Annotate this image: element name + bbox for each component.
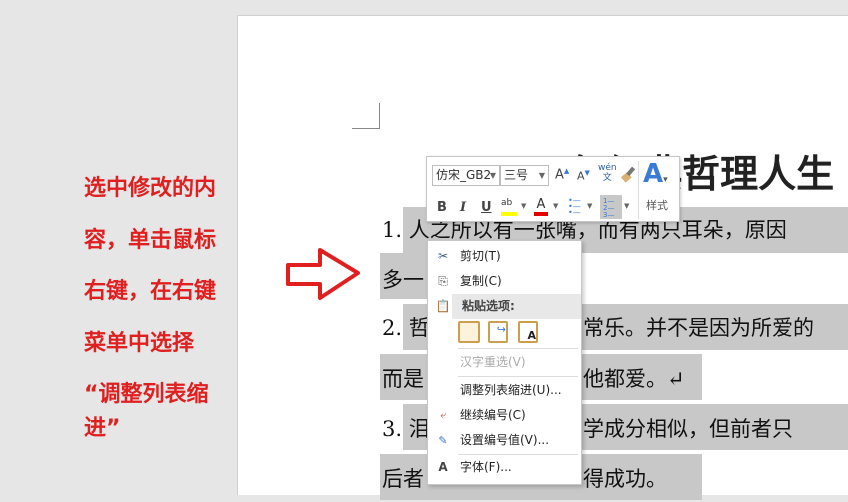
phonetic-guide-icon[interactable]: wén 文 [598, 163, 617, 183]
scissors-icon: ✂ [437, 249, 449, 263]
menu-item-label: 复制(C) [460, 274, 502, 288]
instruction-line: 右键，在右键 [84, 279, 217, 304]
copy-icon: ⎘ [438, 274, 448, 288]
chevron-down-icon[interactable]: ▼ [553, 202, 558, 210]
menu-separator [458, 348, 578, 349]
chevron-down-icon[interactable]: ▼ [624, 202, 629, 210]
styles-label[interactable]: 样式 [646, 197, 668, 213]
list-item-text[interactable]: 3. 泪 [382, 406, 430, 452]
highlight-color-icon[interactable]: ab [501, 198, 517, 216]
font-name-value: 仿宋_GB2 [436, 168, 492, 182]
paste-icon: 📋 [435, 299, 451, 313]
menu-item-set-numbering-value[interactable]: ✎ 设置编号值(V)... [428, 428, 581, 453]
styles-icon[interactable]: A▾ [643, 159, 668, 189]
italic-button[interactable]: I [460, 200, 466, 215]
menu-item-label: 继续编号(C) [460, 408, 526, 422]
font-color-icon[interactable]: A [534, 197, 548, 216]
shrink-font-icon[interactable]: A▼ [577, 169, 590, 183]
list-item-text[interactable]: 而是 [382, 356, 424, 402]
instruction-line: 菜单中选择 [84, 330, 195, 356]
instruction-text: 选中修改的内 容，单击鼠标 右键，在右键 菜单中选择 “调整列表缩 进” [84, 163, 259, 454]
list-item-text[interactable]: 2. 哲 [382, 305, 430, 351]
pinyin-char: 文 [602, 173, 612, 183]
set-numbering-icon: ✎ [438, 434, 448, 447]
font-size-select[interactable]: 三号 ▼ [500, 165, 549, 186]
menu-item-copy[interactable]: ⎘ 复制(C) [428, 269, 581, 294]
menu-item-cut[interactable]: ✂ 剪切(T) [428, 244, 581, 269]
menu-item-label: 粘贴选项: [452, 294, 581, 319]
menu-item-label: 设置编号值(V)... [460, 433, 550, 447]
menu-item-label: 字体(F)... [460, 460, 512, 474]
list-item-text[interactable]: 后者 [382, 456, 424, 502]
menu-item-reconvert: 汉字重选(V) [428, 350, 581, 375]
list-item-text[interactable]: 学成分相似，但前者只 [583, 406, 793, 452]
right-arrow-icon [286, 248, 360, 300]
continue-numbering-icon: ⤶ [440, 410, 446, 421]
chevron-down-icon: ▼ [538, 171, 545, 180]
format-painter-icon[interactable] [620, 165, 638, 183]
list-item-text[interactable]: 得成功。 [583, 456, 667, 502]
paste-merge-formatting-icon[interactable]: ↪ [488, 321, 508, 343]
instruction-line: 选中修改的内 [84, 176, 217, 201]
toolbar-divider [638, 161, 639, 219]
font-name-select[interactable]: 仿宋_GB2 ▼ [432, 165, 500, 186]
list-item-text[interactable]: 他都爱。↵ [583, 356, 685, 402]
underline-button[interactable]: U [481, 200, 492, 215]
menu-item-adjust-list-indent[interactable]: 调整列表缩进(U)... [428, 378, 581, 403]
chevron-down-icon[interactable]: ▼ [587, 202, 592, 210]
chevron-down-icon[interactable]: ▼ [521, 202, 526, 210]
font-size-value: 三号 [504, 168, 529, 182]
menu-separator [458, 376, 578, 377]
margin-corner-mark [352, 103, 380, 129]
grow-font-icon[interactable]: A▲ [555, 167, 569, 182]
context-menu: ✂ 剪切(T) ⎘ 复制(C) 📋 粘贴选项: ↪ A 汉字重选(V) 调整列表缩进(… [427, 240, 582, 485]
bullets-icon[interactable]: •— •— •— [568, 197, 581, 217]
list-item-text[interactable]: 多一 [382, 257, 424, 303]
pinyin-label: wén [598, 163, 617, 173]
instruction-line: 容，单击鼠标 [84, 227, 217, 253]
menu-item-label: 剪切(T) [460, 249, 501, 263]
paste-text-only-icon[interactable]: A [518, 321, 538, 343]
menu-item-label: 汉字重选(V) [460, 355, 526, 369]
font-icon: A [438, 460, 448, 474]
chevron-down-icon: ▼ [489, 171, 496, 180]
bold-button[interactable]: B [437, 200, 447, 215]
numbering-icon[interactable]: 1— 2— 3— [600, 195, 622, 219]
menu-item-font[interactable]: A 字体(F)... [428, 455, 581, 480]
paste-keep-formatting-icon[interactable] [458, 321, 480, 343]
paste-options-header: 📋 粘贴选项: [428, 294, 581, 319]
list-item-text[interactable]: 常乐。并不是因为所爱的 [583, 305, 814, 351]
mini-toolbar: 仿宋_GB2 ▼ 三号 ▼ A▲ A▼ wén 文 A▾ 样式 B I U ab ▼ … [426, 156, 680, 222]
menu-item-continue-numbering[interactable]: ⤶ 继续编号(C) [428, 403, 581, 428]
menu-item-label: 调整列表缩进(U)... [460, 383, 562, 397]
